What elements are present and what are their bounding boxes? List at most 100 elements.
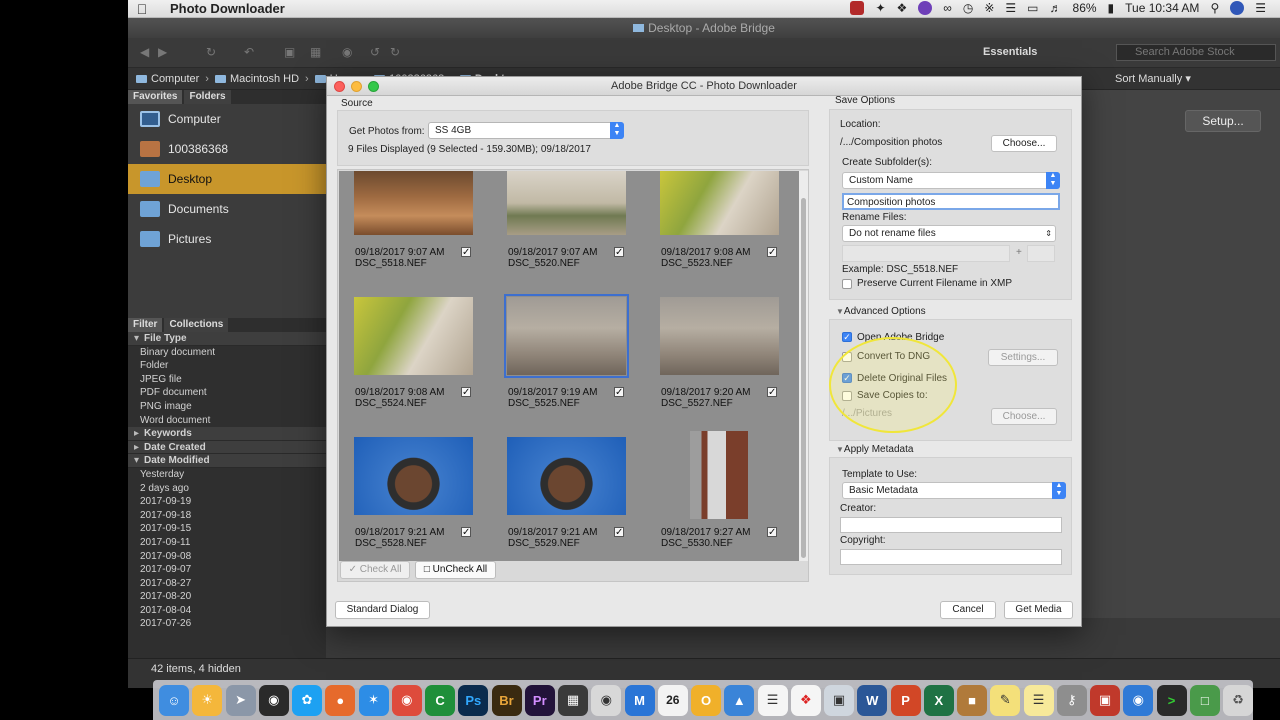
back-icon[interactable]: ◀: [140, 46, 154, 58]
filter-date-created[interactable]: ▸ Date Created: [128, 440, 326, 455]
airplay-icon[interactable]: ▭: [1027, 1, 1038, 15]
get-media-button[interactable]: Get Media: [1004, 601, 1073, 619]
device-select[interactable]: SS 4GB ▲ ▼: [428, 122, 624, 139]
photo-checkbox[interactable]: ✓: [614, 527, 624, 538]
acrobat-icon[interactable]: ❖: [790, 684, 821, 716]
network-icon[interactable]: ◉: [1123, 684, 1154, 716]
creative-cloud-icon[interactable]: [918, 1, 933, 15]
subfolder-select[interactable]: Custom Name ▲ ▼: [842, 172, 1060, 189]
notification-center-icon[interactable]: ☰: [1255, 1, 1266, 15]
fav-home[interactable]: 100386368: [128, 134, 326, 164]
setup-button[interactable]: Setup...: [1185, 110, 1261, 132]
minimize-window-icon[interactable]: [351, 81, 362, 92]
chrome-icon[interactable]: ◉: [391, 684, 422, 716]
photo-checkbox[interactable]: ✓: [614, 387, 624, 398]
stock-search-input[interactable]: Search Adobe Stock: [1116, 44, 1276, 61]
tab-folders[interactable]: Folders: [184, 90, 231, 104]
photo-checkbox[interactable]: ✓: [614, 247, 624, 258]
sort-menu[interactable]: Sort Manually ▾: [1115, 68, 1191, 90]
word-icon[interactable]: W: [857, 684, 888, 716]
filter-item[interactable]: 2017-08-04: [128, 604, 326, 618]
filter-item[interactable]: 2 days ago: [128, 482, 326, 496]
refine-icon[interactable]: ▦: [310, 46, 324, 58]
preview-icon[interactable]: ▣: [824, 684, 855, 716]
filter-item[interactable]: PDF document: [128, 386, 326, 400]
battery-icon[interactable]: ▮: [1108, 1, 1115, 15]
app-globe-icon[interactable]: ◉: [591, 684, 622, 716]
choose-location-button[interactable]: Choose...: [991, 135, 1057, 152]
subfolder-name-input[interactable]: Composition photos: [842, 193, 1060, 210]
forward-icon[interactable]: ▶: [158, 46, 172, 58]
filter-item[interactable]: 2017-09-15: [128, 522, 326, 536]
photo-checkbox[interactable]: ✓: [767, 527, 777, 538]
get-photos-icon[interactable]: ▣: [284, 46, 298, 58]
standard-dialog-button[interactable]: Standard Dialog: [335, 601, 430, 619]
wifi-icon[interactable]: ☰: [1005, 1, 1016, 15]
finder-icon[interactable]: ☺: [159, 684, 190, 716]
crumb-computer[interactable]: Computer: [136, 73, 199, 85]
app-menu-name[interactable]: Photo Downloader: [170, 1, 285, 16]
tab-favorites[interactable]: Favorites: [128, 90, 183, 104]
app-m-icon[interactable]: M: [624, 684, 655, 716]
photo-thumbnail-selected[interactable]: [504, 294, 629, 378]
app-box-icon[interactable]: ■: [957, 684, 988, 716]
user-icon[interactable]: [1230, 1, 1245, 15]
stop-record-icon[interactable]: [850, 1, 865, 15]
photo-thumbnail[interactable]: [354, 171, 473, 235]
app-o-icon[interactable]: O: [691, 684, 722, 716]
photo-thumbnail[interactable]: [507, 171, 626, 235]
link-icon[interactable]: ∞: [943, 1, 952, 15]
photo-thumbnail[interactable]: [507, 437, 626, 515]
premiere-icon[interactable]: Pr: [524, 684, 555, 716]
twitter-icon[interactable]: ✿: [292, 684, 323, 716]
filter-item[interactable]: 2017-09-18: [128, 509, 326, 523]
copyright-input[interactable]: [840, 549, 1062, 565]
photo-checkbox[interactable]: ✓: [767, 247, 777, 258]
filter-item[interactable]: Word document: [128, 414, 326, 428]
bluetooth-icon[interactable]: ※: [984, 1, 994, 15]
photoshop-icon[interactable]: Ps: [458, 684, 489, 716]
app-square-icon[interactable]: □: [1189, 684, 1220, 716]
filter-item[interactable]: JPEG file: [128, 373, 326, 387]
app-c-icon[interactable]: C: [425, 684, 456, 716]
crumb-macintosh-hd[interactable]: Macintosh HD: [214, 73, 299, 85]
notes-icon[interactable]: ☰: [1023, 684, 1054, 716]
weather-icon[interactable]: ☀: [192, 684, 223, 716]
filter-item[interactable]: 2017-08-27: [128, 577, 326, 591]
apply-metadata-title[interactable]: ▼Apply Metadata: [836, 444, 913, 455]
rename-select[interactable]: Do not rename files ⇕: [842, 225, 1056, 242]
dng-settings-button[interactable]: Settings...: [988, 349, 1058, 366]
bridge-icon[interactable]: Br: [491, 684, 522, 716]
photo-checkbox[interactable]: ✓: [461, 527, 471, 538]
menu-clock[interactable]: Tue 10:34 AM: [1125, 1, 1199, 15]
close-window-icon[interactable]: [334, 81, 345, 92]
volume-icon[interactable]: ♬: [1050, 1, 1062, 15]
calendar-icon[interactable]: 26: [657, 684, 688, 716]
filter-item[interactable]: Binary document: [128, 346, 326, 360]
photo-thumbnail[interactable]: [690, 431, 748, 519]
powerpoint-icon[interactable]: P: [890, 684, 921, 716]
camera-raw-icon[interactable]: ◉: [342, 46, 356, 58]
preserve-filename-checkbox[interactable]: [842, 279, 852, 289]
photo-thumbnail[interactable]: [354, 437, 473, 515]
advanced-options-title[interactable]: ▼Advanced Options: [836, 306, 926, 317]
fav-documents[interactable]: Documents: [128, 194, 326, 224]
excel-icon[interactable]: X: [923, 684, 954, 716]
spotlight-icon[interactable]: ⚲: [1210, 1, 1219, 15]
filter-item[interactable]: 2017-09-11: [128, 536, 326, 550]
filter-item[interactable]: PNG image: [128, 400, 326, 414]
filter-item[interactable]: Folder: [128, 359, 326, 373]
fav-desktop[interactable]: Desktop: [128, 164, 326, 194]
filter-keywords[interactable]: ▸ Keywords: [128, 427, 326, 441]
filter-item[interactable]: 2017-08-20: [128, 590, 326, 604]
filter-date-modified[interactable]: ▾ Date Modified: [128, 454, 326, 468]
apple-icon[interactable]: : [128, 1, 156, 17]
workspace-essentials[interactable]: Essentials: [983, 46, 1037, 58]
filter-item[interactable]: 2017-09-19: [128, 495, 326, 509]
recent-icon[interactable]: ↻: [206, 46, 220, 58]
tab-collections[interactable]: Collections: [164, 318, 229, 332]
final-cut-icon[interactable]: ▦: [558, 684, 589, 716]
fav-computer[interactable]: Computer: [128, 104, 326, 134]
photo-checkbox[interactable]: ✓: [461, 387, 471, 398]
stickies-icon[interactable]: ✎: [990, 684, 1021, 716]
